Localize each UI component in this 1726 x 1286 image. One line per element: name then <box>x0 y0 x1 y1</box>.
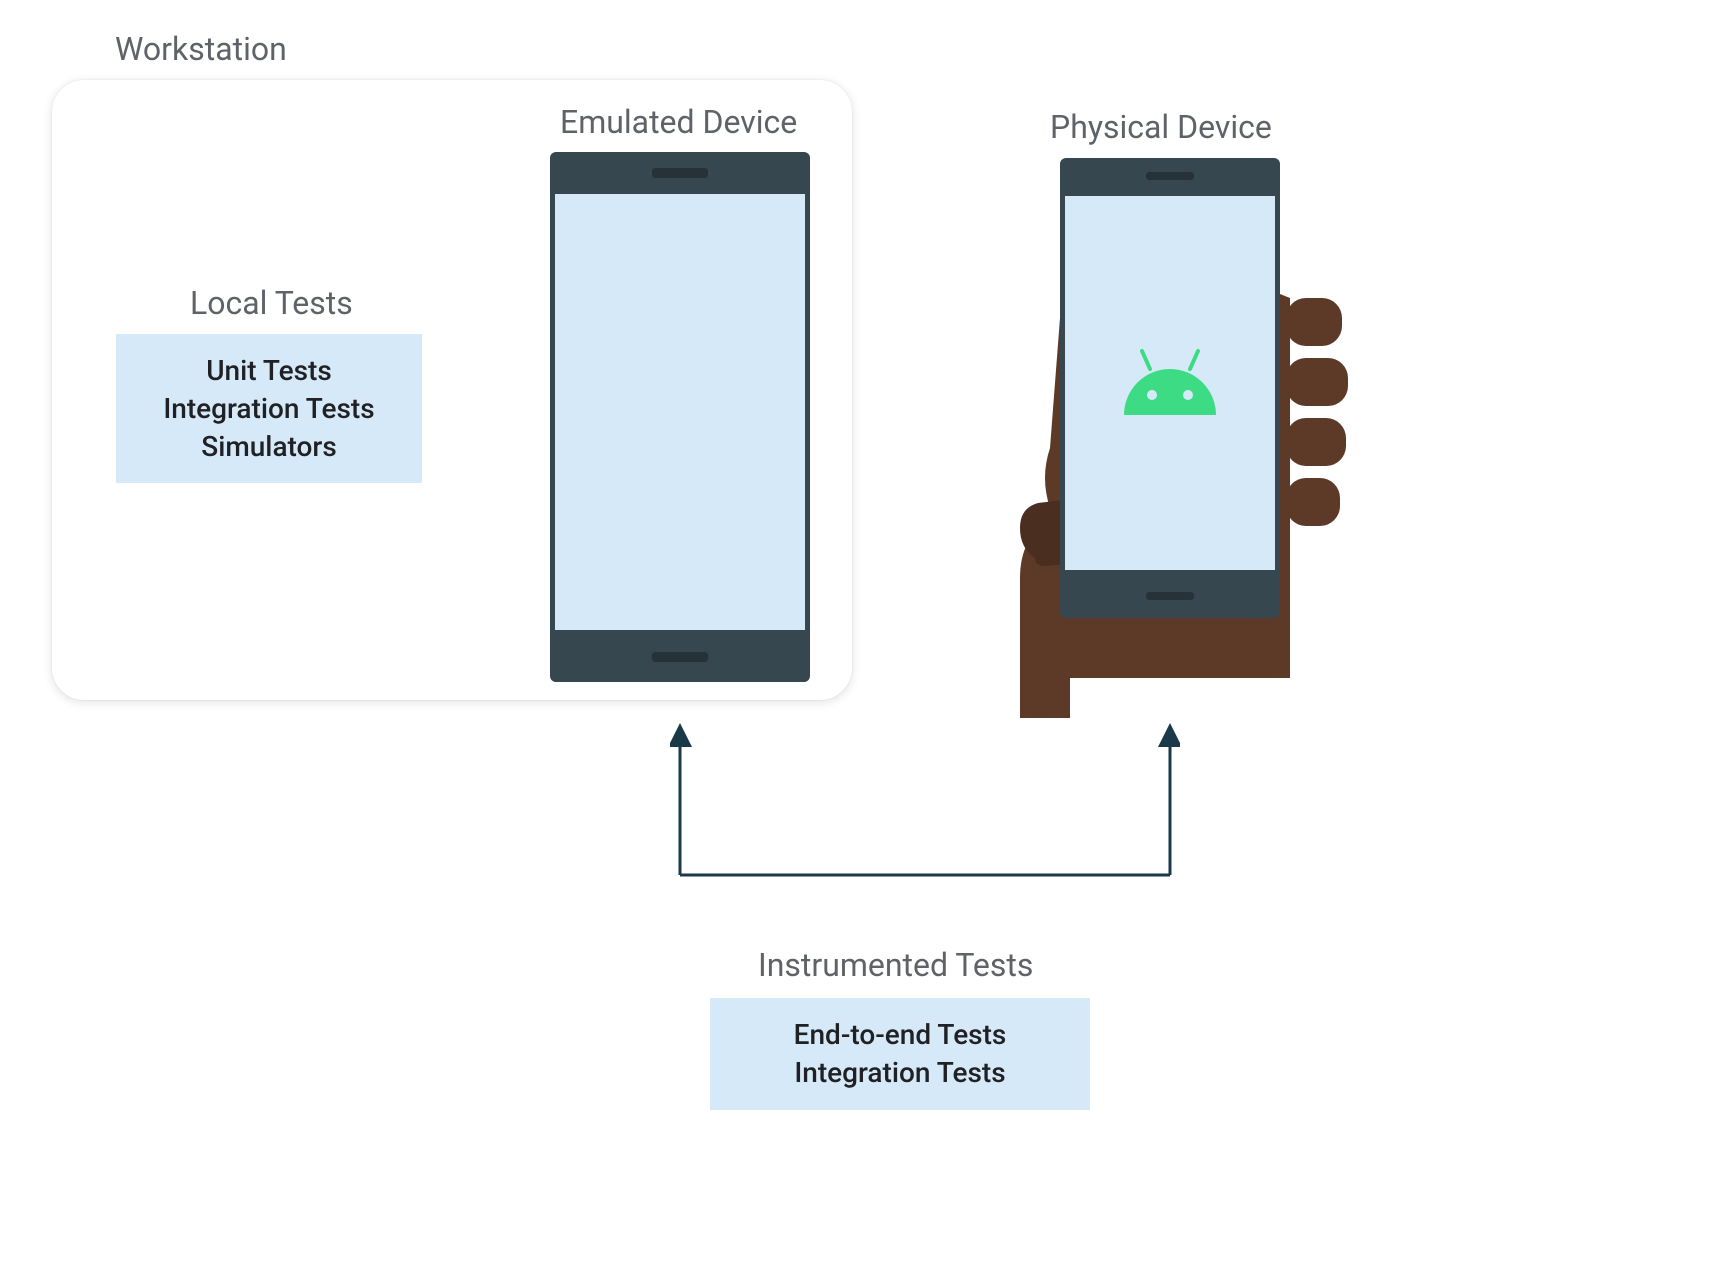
connector-arrows-icon <box>670 720 1180 900</box>
instrumented-tests-line: Integration Tests <box>738 1054 1062 1092</box>
phone-speaker-icon <box>652 168 708 178</box>
local-tests-line: Simulators <box>144 428 394 466</box>
phone-speaker-icon <box>1146 592 1194 600</box>
local-tests-label: Local Tests <box>190 284 353 322</box>
emulated-phone-icon <box>550 152 810 682</box>
local-tests-line: Integration Tests <box>144 390 394 428</box>
phone-speaker-icon <box>652 652 708 662</box>
instrumented-tests-label: Instrumented Tests <box>758 946 1033 984</box>
instrumented-tests-line: End-to-end Tests <box>738 1016 1062 1054</box>
instrumented-tests-box: End-to-end Tests Integration Tests <box>710 998 1090 1110</box>
physical-device-label: Physical Device <box>1050 108 1272 146</box>
emulated-device-label: Emulated Device <box>560 103 797 141</box>
phone-speaker-icon <box>1146 172 1194 180</box>
phone-screen <box>1065 196 1275 570</box>
local-tests-box: Unit Tests Integration Tests Simulators <box>116 334 422 483</box>
physical-device-container <box>1010 158 1330 698</box>
android-icon <box>1110 343 1230 423</box>
phone-screen <box>555 194 805 630</box>
local-tests-line: Unit Tests <box>144 352 394 390</box>
physical-phone-icon <box>1060 158 1280 618</box>
workstation-label: Workstation <box>115 30 287 68</box>
